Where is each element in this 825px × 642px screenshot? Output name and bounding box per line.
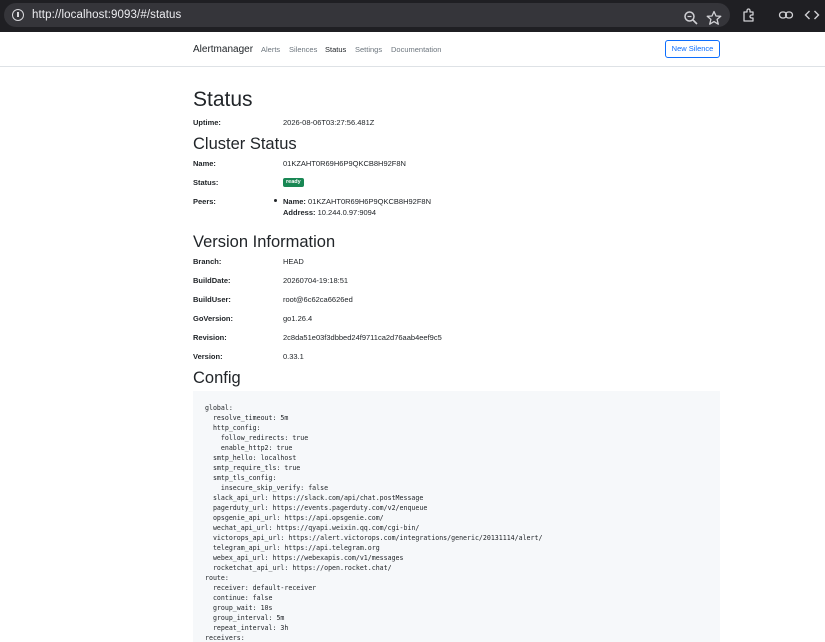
- peer-address: Address: 10.244.0.97:9094: [283, 208, 376, 217]
- uptime-value: 2026-08-06T03:27:56.481Z: [283, 118, 375, 127]
- peer-address-label: Address:: [283, 208, 316, 217]
- site-info-icon[interactable]: [12, 9, 24, 21]
- peer-bullet: [274, 199, 277, 202]
- builddate-label: BuildDate:: [193, 276, 231, 285]
- nav-documentation[interactable]: Documentation: [391, 45, 441, 54]
- cluster-status-heading: Cluster Status: [193, 135, 297, 153]
- revision-value: 2c8da51e03f3dbbed24f9711ca2d76aab4eef9c5: [283, 333, 442, 342]
- page-title: Status: [193, 88, 253, 111]
- cluster-name-label: Name:: [193, 159, 216, 168]
- extensions-icon[interactable]: [741, 7, 757, 23]
- version-value: 0.33.1: [283, 352, 304, 361]
- peers-label: Peers:: [193, 197, 216, 206]
- revision-label: Revision:: [193, 333, 227, 342]
- bookmark-star-icon[interactable]: [706, 10, 722, 26]
- builduser-value: root@6c62ca6626ed: [283, 295, 353, 304]
- zoom-icon[interactable]: [683, 10, 699, 26]
- branch-value: HEAD: [283, 257, 304, 266]
- nav-settings[interactable]: Settings: [355, 45, 382, 54]
- peer-name-label: Name:: [283, 197, 306, 206]
- cluster-name-value: 01KZAHT0R69H6P9QKCB8H92F8N: [283, 159, 406, 168]
- url-text[interactable]: http://localhost:9093/#/status: [32, 7, 181, 23]
- config-heading: Config: [193, 369, 241, 387]
- new-silence-button[interactable]: New Silence: [665, 40, 720, 58]
- app-navbar: Alertmanager Alerts Silences Status Sett…: [0, 32, 825, 67]
- peer-name-value: 01KZAHT0R69H6P9QKCB8H92F8N: [308, 197, 432, 206]
- version-heading: Version Information: [193, 233, 336, 251]
- goversion-value: go1.26.4: [283, 314, 313, 323]
- goversion-label: GoVersion:: [193, 314, 234, 323]
- address-bar[interactable]: http://localhost:9093/#/status: [4, 3, 730, 27]
- nav-status[interactable]: Status: [325, 45, 346, 54]
- builddate-value: 20260704-19:18:51: [283, 276, 349, 285]
- uptime-label: Uptime:: [193, 118, 221, 127]
- browser-toolbar: http://localhost:9093/#/status: [0, 0, 825, 32]
- code-icon[interactable]: [804, 7, 820, 23]
- peer-name: Name: 01KZAHT0R69H6P9QKCB8H92F8N: [283, 197, 431, 206]
- branch-label: Branch:: [193, 257, 222, 266]
- cluster-status-label: Status:: [193, 178, 219, 187]
- builduser-label: BuildUser:: [193, 295, 231, 304]
- nav-alerts[interactable]: Alerts: [261, 45, 280, 54]
- config-code-block[interactable]: global: resolve_timeout: 5m http_config:…: [193, 391, 720, 642]
- peer-address-value: 10.244.0.97:9094: [317, 208, 376, 217]
- brand-link[interactable]: Alertmanager: [193, 44, 253, 55]
- version-label: Version:: [193, 352, 223, 361]
- nav-silences[interactable]: Silences: [289, 45, 317, 54]
- config-yaml: global: resolve_timeout: 5m http_config:…: [205, 404, 543, 642]
- link-icon[interactable]: [778, 7, 794, 23]
- status-badge: ready: [283, 178, 304, 187]
